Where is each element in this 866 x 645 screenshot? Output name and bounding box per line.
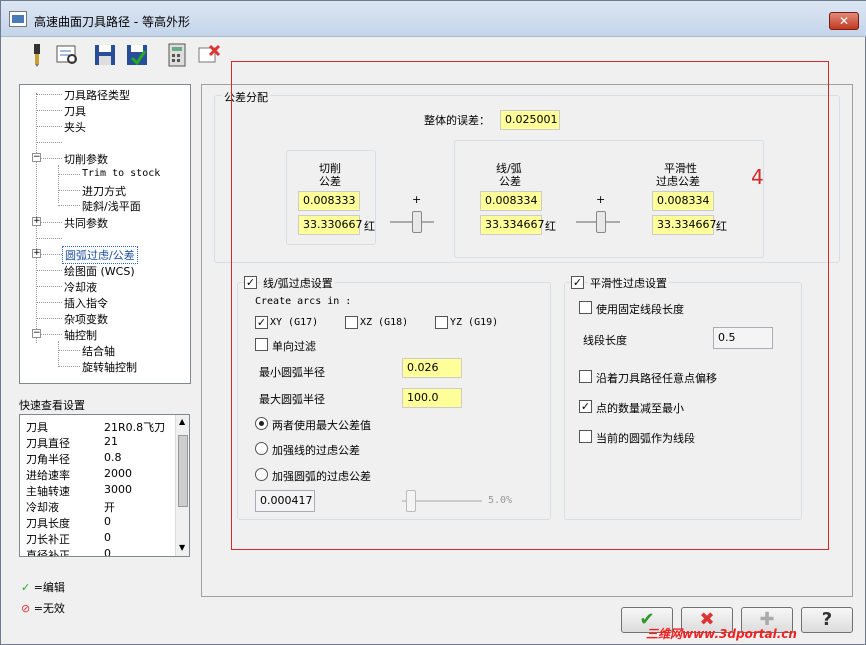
expand-icon[interactable]: + [32,249,41,258]
quick-value: 0 [104,515,111,528]
quick-value: 0 [104,531,111,544]
quick-value: 3000 [104,483,132,496]
save-icon[interactable] [92,42,118,68]
title-bar: 高速曲面刀具路径 - 等高外形 ✕ [1,1,866,37]
tool-icon[interactable] [24,42,50,68]
parameter-tree: 刀具路径类型 刀具 夹头 − 切削参数 Trim to stock 进刀方式 陡… [19,84,191,384]
quick-key: 冷却液 [26,501,59,514]
watermark: 三维网www.3dportal.cn [646,627,797,641]
quick-key: 直径补正 [26,549,70,557]
tree-item[interactable]: 杂项变数 [64,311,108,327]
quick-value: 0 [104,547,111,557]
quick-view-title: 快速查看设置 [19,399,85,412]
quick-view-list: 刀具 21R0.8飞刀 刀具直径 21 刀角半径 0.8 进给速率 2000 主轴转速 3… [19,414,190,557]
tree-item[interactable]: 陡斜/浅平面 [82,198,141,214]
quick-key: 主轴转速 [26,485,70,498]
quick-value: 2000 [104,467,132,480]
tree-item[interactable]: 插入指令 [64,295,108,311]
legend-invalid: ⊘ =无效 [21,602,65,615]
tree-item[interactable]: 刀具路径类型 [64,87,130,103]
quick-value: 21R0.8飞刀 [104,421,166,434]
check-icon: ✓ [21,581,31,594]
delete-icon[interactable] [196,42,222,68]
quick-key: 刀具长度 [26,517,70,530]
quick-scrollbar[interactable]: ▲ ▼ [175,415,189,556]
tree-item[interactable]: 冷却液 [64,279,97,295]
tree-item[interactable]: 夹头 [64,119,86,135]
tree-item[interactable]: 共同参数 [64,215,108,231]
close-button[interactable]: ✕ [829,12,859,30]
tree-item[interactable]: 旋转轴控制 [82,359,137,375]
tree-item[interactable]: 切削参数 [64,151,108,167]
tree-item[interactable]: 绘图面 (WCS) [64,263,135,279]
invalid-icon: ⊘ [21,602,31,615]
save-as-icon[interactable] [124,42,150,68]
expand-icon[interactable]: + [32,217,41,226]
calculator-icon[interactable] [164,42,190,68]
quick-value: 21 [104,435,118,448]
quick-key: 刀角半径 [26,453,70,466]
quick-value: 开 [104,501,115,514]
dialog-window: 高速曲面刀具路径 - 等高外形 ✕ 刀具路径类型 刀具 夹头 − 切削参数 Tr… [0,0,866,645]
quick-value: 0.8 [104,451,122,464]
app-icon [9,11,27,27]
tree-item[interactable]: 结合轴 [82,343,115,359]
annotation-number: 4 [751,165,764,189]
collapse-icon[interactable]: − [32,153,41,162]
quick-key: 进给速率 [26,469,70,482]
legend-edit: ✓ =编辑 [21,581,65,594]
quick-key: 刀具直径 [26,437,70,450]
help-button[interactable]: ? [801,607,853,633]
quick-key: 刀长补正 [26,533,70,546]
help-icon: ? [821,609,833,630]
view-icon[interactable] [54,42,80,68]
tree-item[interactable]: 刀具 [64,103,86,119]
highlight-box [231,61,829,550]
tree-item[interactable]: Trim to stock [82,168,160,179]
tree-item-selected[interactable]: 圆弧过虑/公差 [62,246,138,264]
tree-item[interactable]: 轴控制 [64,327,97,343]
tree-item[interactable]: 进刀方式 [82,183,126,199]
window-title: 高速曲面刀具路径 - 等高外形 [34,15,190,29]
quick-key: 刀具 [26,421,48,434]
collapse-icon[interactable]: − [32,329,41,338]
